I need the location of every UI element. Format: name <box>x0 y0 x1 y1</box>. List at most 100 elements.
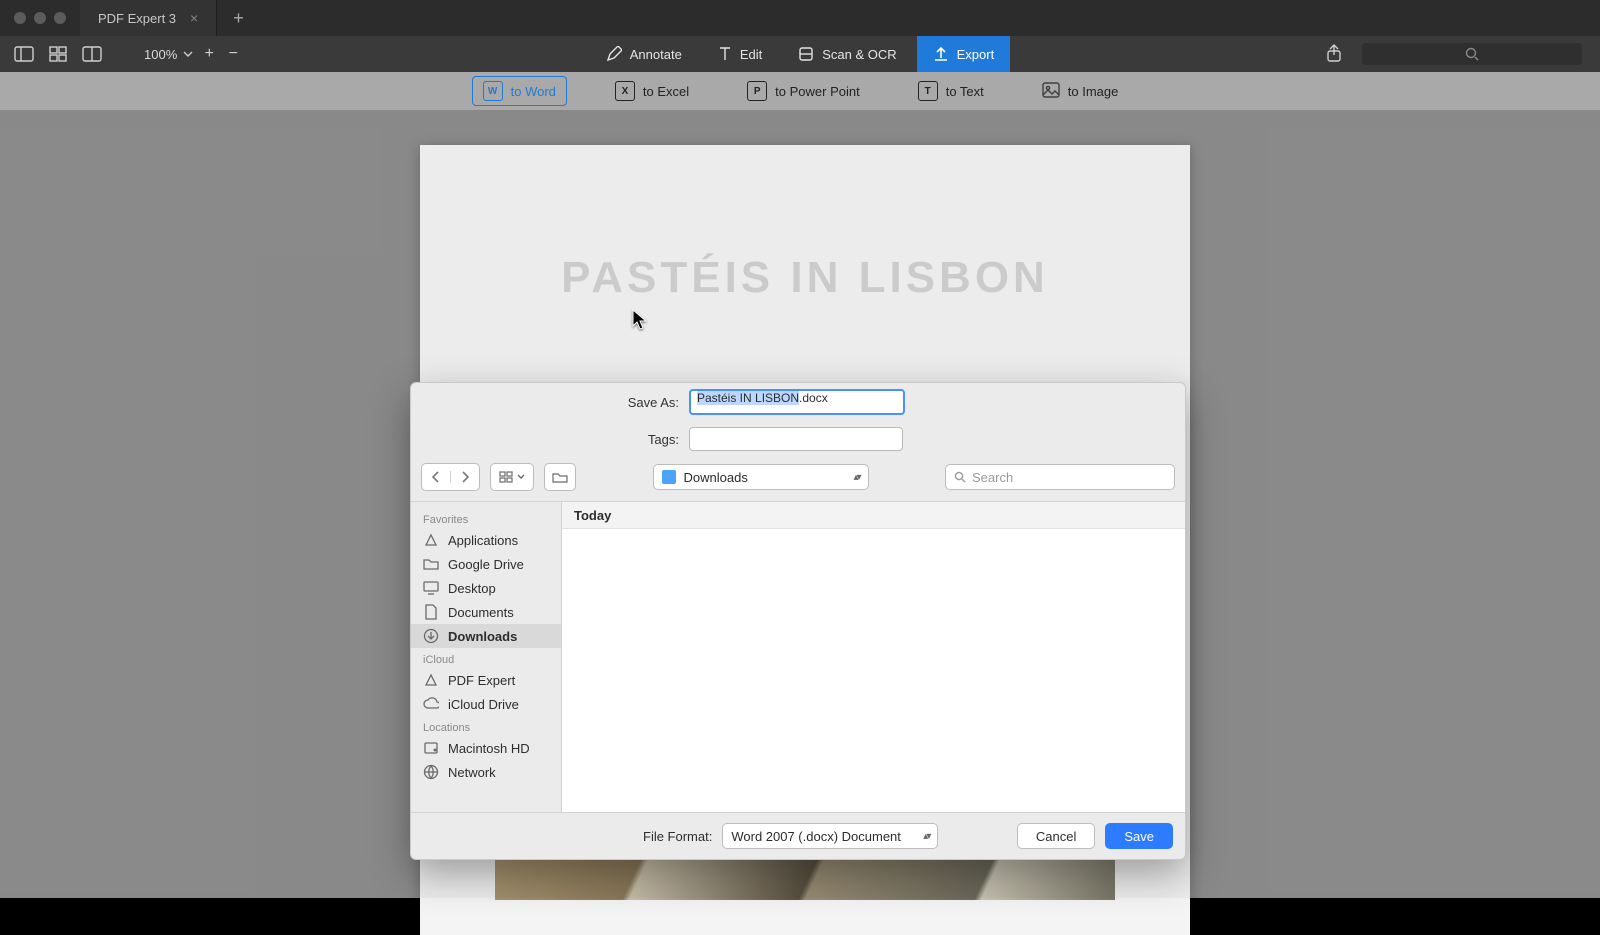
zoom-value: 100% <box>144 47 177 62</box>
export-to-image[interactable]: to Image <box>1032 78 1129 105</box>
powerpoint-badge-icon: P <box>747 81 767 101</box>
dialog-search-field[interactable]: Search <box>945 464 1175 490</box>
sidebar-item-label: Documents <box>448 605 514 620</box>
sidebar-item-documents[interactable]: Documents <box>411 600 561 624</box>
dialog-search-placeholder: Search <box>972 470 1013 485</box>
export-to-ppt-label: to Power Point <box>775 84 860 99</box>
toolbar-search[interactable] <box>1362 43 1582 65</box>
thumbnails-icon[interactable] <box>48 46 68 62</box>
minimize-window-icon[interactable] <box>34 12 46 24</box>
save-as-selected-text: Pastéis IN LISBON <box>697 391 799 405</box>
sidebar-item-google-drive[interactable]: Google Drive <box>411 552 561 576</box>
export-to-excel-label: to Excel <box>643 84 689 99</box>
mode-export-label: Export <box>957 47 995 62</box>
document-tab[interactable]: PDF Expert 3 × <box>80 0 217 36</box>
fullscreen-window-icon[interactable] <box>54 12 66 24</box>
main-toolbar: 100% + − Annotate Edit Scan & OCR <box>0 36 1600 72</box>
doc-icon <box>423 604 439 620</box>
tags-field[interactable] <box>689 427 903 451</box>
export-to-word[interactable]: W to Word <box>472 76 567 106</box>
dialog-sidebar: Favorites Applications Google Drive Deskto… <box>411 502 562 812</box>
desktop-icon <box>423 580 439 596</box>
location-name: Downloads <box>684 470 748 485</box>
sidebar-item-network[interactable]: Network <box>411 760 561 784</box>
file-list-group-header: Today <box>562 502 1185 529</box>
mode-edit-label: Edit <box>740 47 762 62</box>
nav-forward-button[interactable] <box>450 471 479 483</box>
mode-annotate-label: Annotate <box>630 47 682 62</box>
cloud-icon <box>423 696 439 712</box>
sidebar-item-downloads[interactable]: Downloads <box>411 624 561 648</box>
sidebar-item-icloud-drive[interactable]: iCloud Drive <box>411 692 561 716</box>
document-area: PASTÉIS IN LISBON Save As: Pastéis IN LI… <box>0 110 1600 898</box>
export-to-powerpoint[interactable]: P to Power Point <box>737 77 870 105</box>
dialog-nav-bar: Downloads ▴▾ Search <box>411 457 1185 502</box>
sidebar-heading-icloud: iCloud <box>411 648 561 668</box>
file-format-select[interactable]: Word 2007 (.docx) Document ▴▾ <box>722 823 938 849</box>
save-as-suffix: .docx <box>799 391 828 405</box>
save-button-label: Save <box>1124 829 1154 844</box>
sidebar-item-label: Macintosh HD <box>448 741 530 756</box>
cancel-button[interactable]: Cancel <box>1017 823 1095 849</box>
folder-icon <box>423 556 439 572</box>
sidebar-item-pdf-expert[interactable]: PDF Expert <box>411 668 561 692</box>
file-list[interactable]: Today <box>562 502 1185 812</box>
share-icon[interactable] <box>1326 44 1344 65</box>
save-button[interactable]: Save <box>1105 823 1173 849</box>
export-to-image-label: to Image <box>1068 84 1119 99</box>
sidebar-item-label: Network <box>448 765 496 780</box>
sidebar-item-label: Applications <box>448 533 518 548</box>
close-tab-icon[interactable]: × <box>190 11 198 25</box>
zoom-select[interactable]: 100% <box>144 47 193 62</box>
new-folder-button[interactable] <box>544 463 576 491</box>
cancel-button-label: Cancel <box>1036 829 1076 844</box>
window-titlebar: PDF Expert 3 × + <box>0 0 1600 36</box>
sidebar-heading-locations: Locations <box>411 716 561 736</box>
sidebar-item-applications[interactable]: Applications <box>411 528 561 552</box>
history-nav <box>421 463 480 491</box>
app-icon <box>423 532 439 548</box>
mode-edit[interactable]: Edit <box>702 36 778 72</box>
mode-scan-label: Scan & OCR <box>822 47 896 62</box>
chevron-updown-icon: ▴▾ <box>923 831 929 842</box>
save-dialog: Save As: Pastéis IN LISBON.docx Tags: <box>410 382 1186 860</box>
net-icon <box>423 764 439 780</box>
mode-scan-ocr[interactable]: Scan & OCR <box>782 36 912 72</box>
sidebar-item-label: Google Drive <box>448 557 524 572</box>
mode-annotate[interactable]: Annotate <box>590 36 698 72</box>
save-as-label: Save As: <box>411 395 679 410</box>
save-as-field[interactable]: Pastéis IN LISBON.docx <box>689 389 905 415</box>
split-view-icon[interactable] <box>82 46 102 62</box>
image-icon <box>1042 82 1060 101</box>
excel-badge-icon: X <box>615 81 635 101</box>
app-icon <box>423 672 439 688</box>
chevron-updown-icon: ▴▾ <box>853 472 859 483</box>
hd-icon <box>423 740 439 756</box>
view-mode-select[interactable] <box>490 463 534 491</box>
export-to-text-label: to Text <box>946 84 984 99</box>
sidebar-item-macintosh-hd[interactable]: Macintosh HD <box>411 736 561 760</box>
nav-back-button[interactable] <box>422 471 450 483</box>
down-icon <box>423 628 439 644</box>
export-to-excel[interactable]: X to Excel <box>605 77 699 105</box>
export-to-word-label: to Word <box>511 84 556 99</box>
word-badge-icon: W <box>483 81 503 101</box>
sidebar-item-label: Desktop <box>448 581 496 596</box>
sidebar-item-desktop[interactable]: Desktop <box>411 576 561 600</box>
export-format-bar: W to Word X to Excel P to Power Point T … <box>0 72 1600 110</box>
new-tab-button[interactable]: + <box>217 8 260 29</box>
mode-export[interactable]: Export <box>917 36 1011 72</box>
location-select[interactable]: Downloads ▴▾ <box>653 464 869 490</box>
file-format-value: Word 2007 (.docx) Document <box>731 829 901 844</box>
toggle-sidebar-icon[interactable] <box>14 46 34 62</box>
sidebar-item-label: Downloads <box>448 629 517 644</box>
sidebar-item-label: iCloud Drive <box>448 697 519 712</box>
zoom-in-button[interactable]: + <box>201 45 217 63</box>
tags-label: Tags: <box>411 432 679 447</box>
close-window-icon[interactable] <box>14 12 26 24</box>
downloads-folder-icon <box>662 470 676 484</box>
file-format-label: File Format: <box>643 829 712 844</box>
export-to-text[interactable]: T to Text <box>908 77 994 105</box>
sidebar-heading-favorites: Favorites <box>411 508 561 528</box>
zoom-out-button[interactable]: − <box>225 45 241 63</box>
